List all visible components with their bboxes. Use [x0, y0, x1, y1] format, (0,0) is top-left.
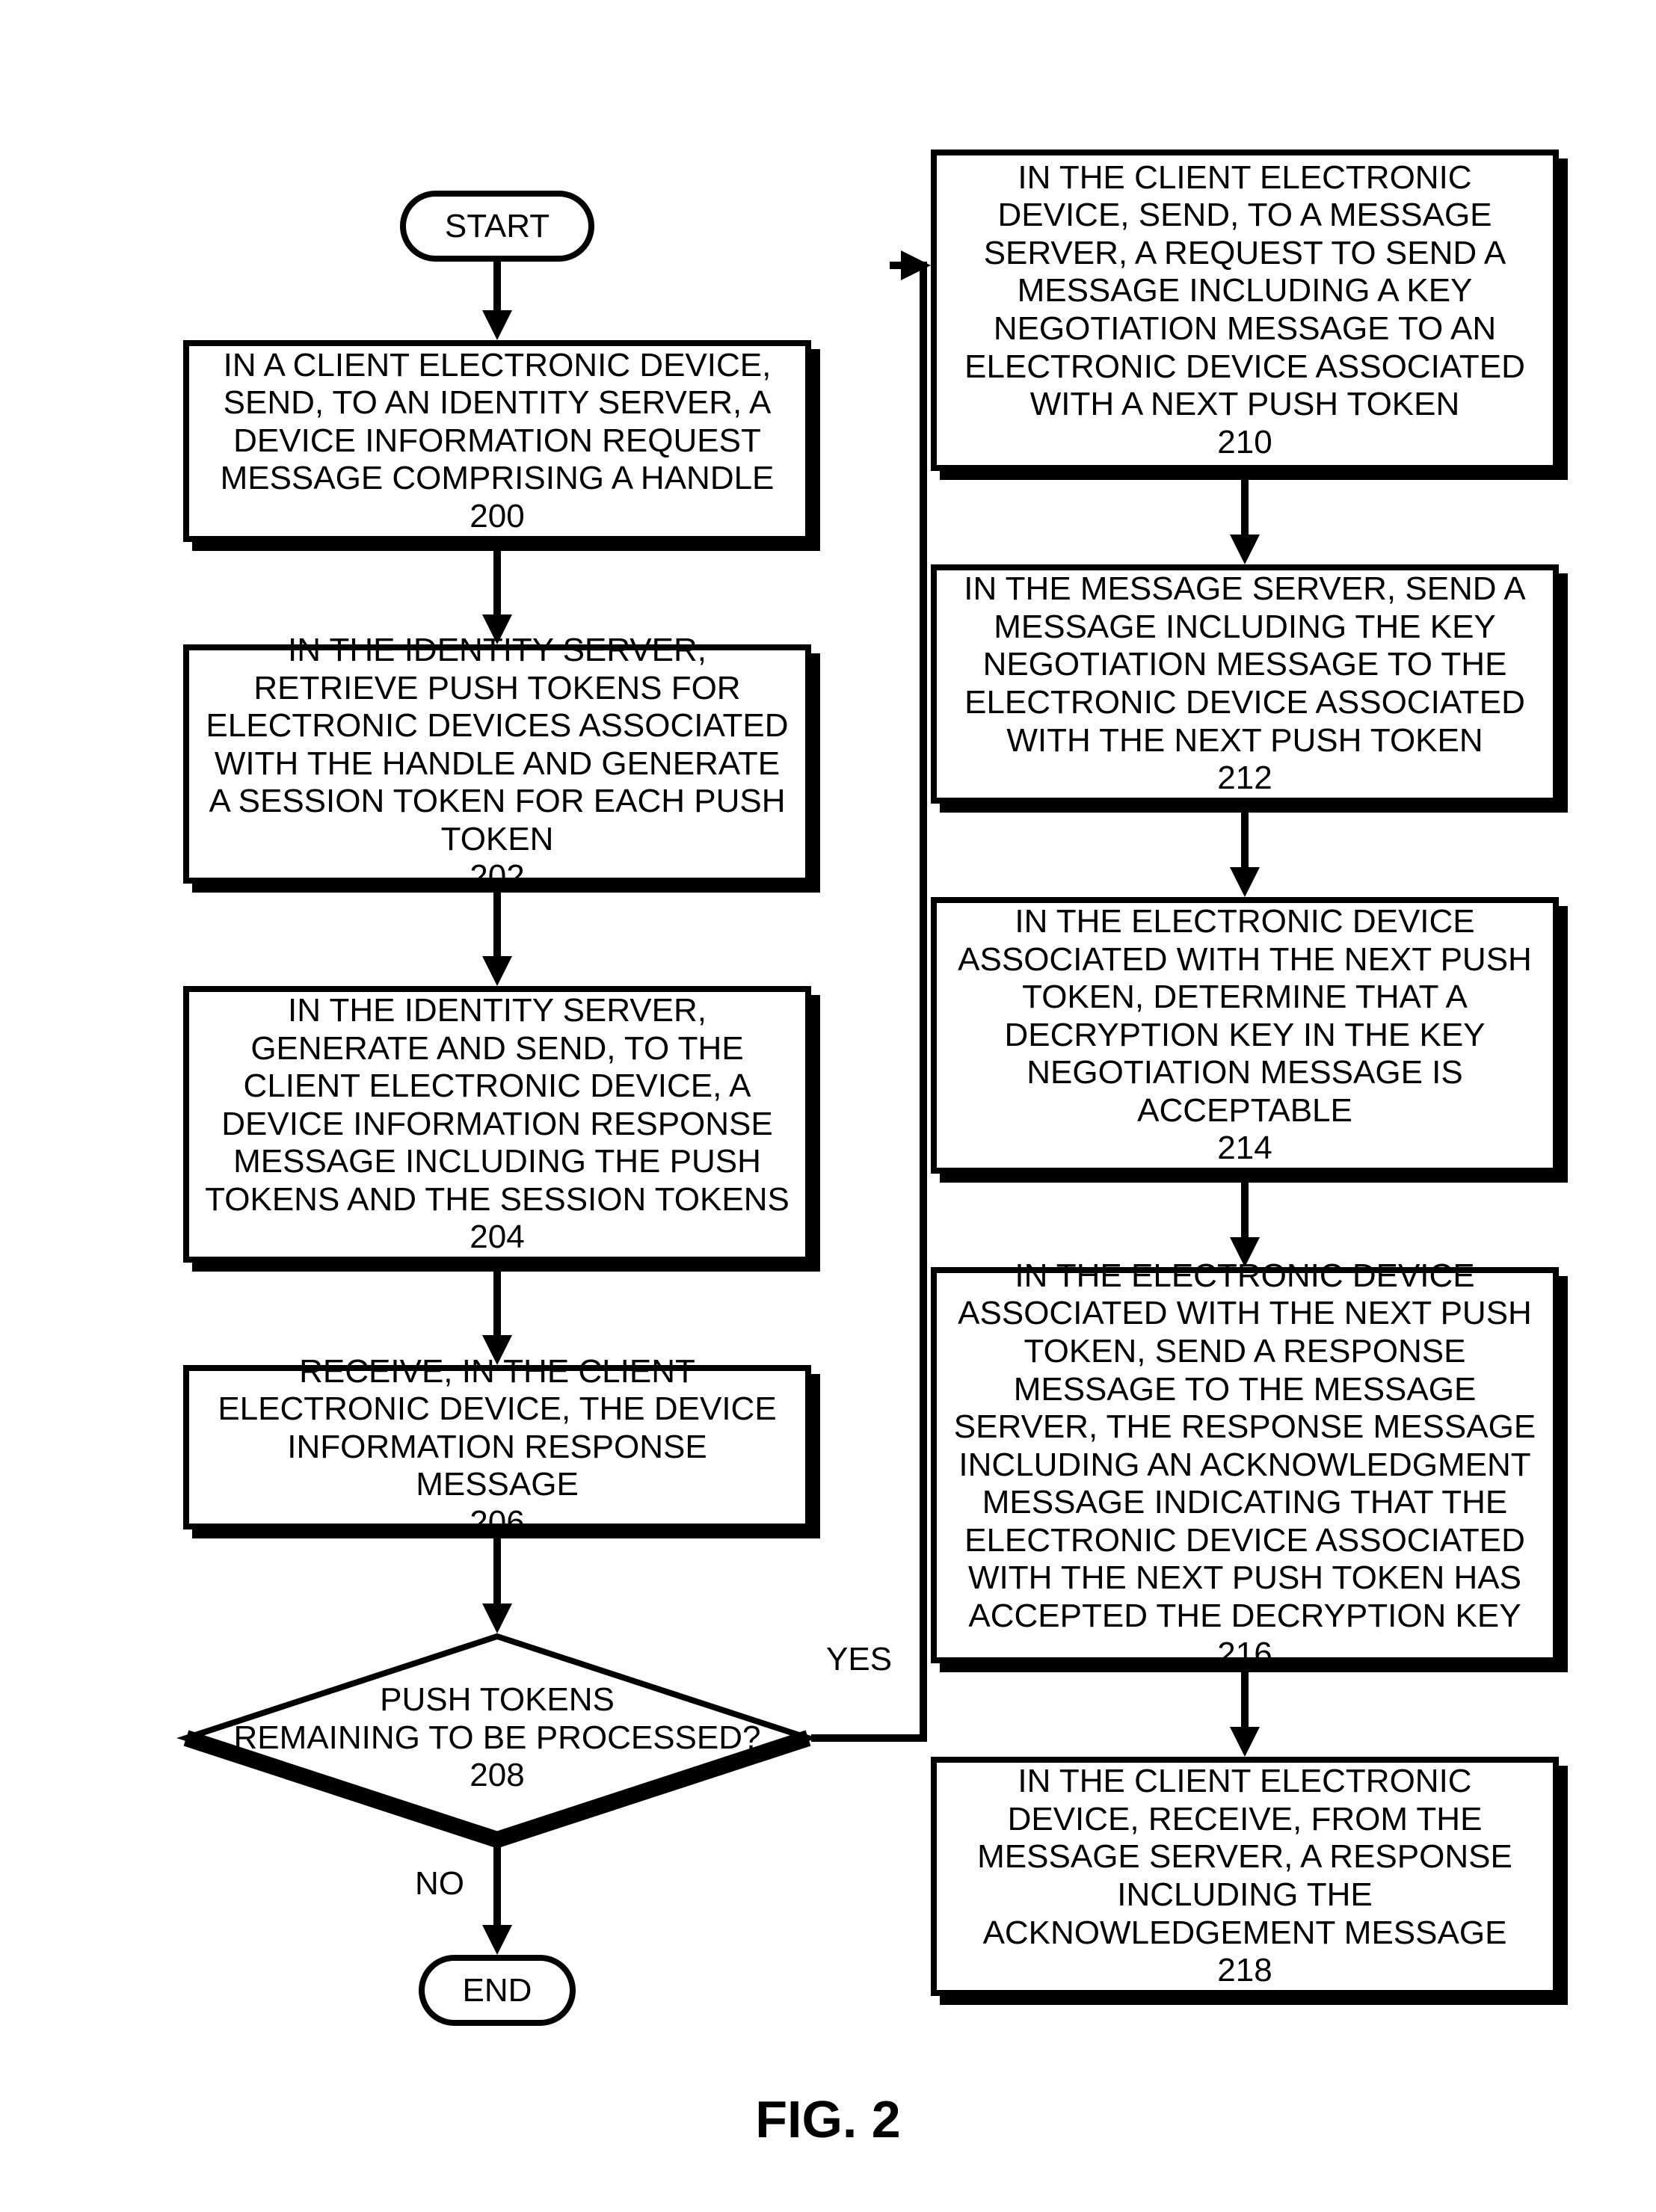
box-210: IN THE CLIENT ELECTRONIC DEVICE, SEND, T… [931, 150, 1559, 471]
arrow-204-206 [493, 1272, 501, 1365]
box-202-text: IN THE IDENTITY SERVER, RETRIEVE PUSH TO… [204, 632, 790, 896]
box-218: IN THE CLIENT ELECTRONIC DEVICE, RECEIVE… [931, 1757, 1559, 1996]
arrow-no [493, 1843, 501, 1955]
box-210-text: IN THE CLIENT ELECTRONIC DEVICE, SEND, T… [952, 159, 1538, 462]
arrow-start-200 [493, 262, 501, 340]
decision-208-text: PUSH TOKENSREMAINING TO BE PROCESSED?208 [234, 1681, 761, 1795]
terminator-start: START [400, 191, 594, 262]
terminator-end-text: END [463, 1972, 532, 2009]
box-212: IN THE MESSAGE SERVER, SEND A MESSAGE IN… [931, 564, 1559, 804]
arrow-200-202 [493, 551, 501, 644]
decision-208: PUSH TOKENSREMAINING TO BE PROCESSED?208 [183, 1633, 811, 1843]
box-200-text: IN A CLIENT ELECTRONIC DEVICE, SEND, TO … [204, 347, 790, 536]
arrow-yes [811, 262, 931, 1746]
box-214: IN THE ELECTRONIC DEVICE ASSOCIATED WITH… [931, 897, 1559, 1174]
arrow-210-212 [1241, 480, 1249, 564]
arrow-214-216 [1241, 1183, 1249, 1267]
box-206-text: RECEIVE, IN THE CLIENT ELECTRONIC DEVICE… [204, 1353, 790, 1542]
box-216-text: IN THE ELECTRONIC DEVICE ASSOCIATED WITH… [952, 1257, 1538, 1674]
box-218-text: IN THE CLIENT ELECTRONIC DEVICE, RECEIVE… [952, 1763, 1538, 1990]
box-216: IN THE ELECTRONIC DEVICE ASSOCIATED WITH… [931, 1267, 1559, 1663]
box-206: RECEIVE, IN THE CLIENT ELECTRONIC DEVICE… [183, 1365, 811, 1529]
terminator-start-text: START [445, 208, 550, 245]
arrow-202-204 [493, 893, 501, 986]
arrow-212-214 [1241, 813, 1249, 897]
box-204-text: IN THE IDENTITY SERVER, GENERATE AND SEN… [204, 992, 790, 1257]
arrow-206-208 [493, 1538, 501, 1633]
arrow-216-218 [1241, 1672, 1249, 1757]
box-212-text: IN THE MESSAGE SERVER, SEND A MESSAGE IN… [952, 570, 1538, 798]
box-200: IN A CLIENT ELECTRONIC DEVICE, SEND, TO … [183, 340, 811, 542]
box-214-text: IN THE ELECTRONIC DEVICE ASSOCIATED WITH… [952, 903, 1538, 1168]
box-204: IN THE IDENTITY SERVER, GENERATE AND SEN… [183, 986, 811, 1263]
box-202: IN THE IDENTITY SERVER, RETRIEVE PUSH TO… [183, 644, 811, 884]
terminator-end: END [419, 1955, 576, 2026]
figure-caption: FIG. 2 [755, 2089, 900, 2149]
label-no: NO [415, 1865, 464, 1903]
